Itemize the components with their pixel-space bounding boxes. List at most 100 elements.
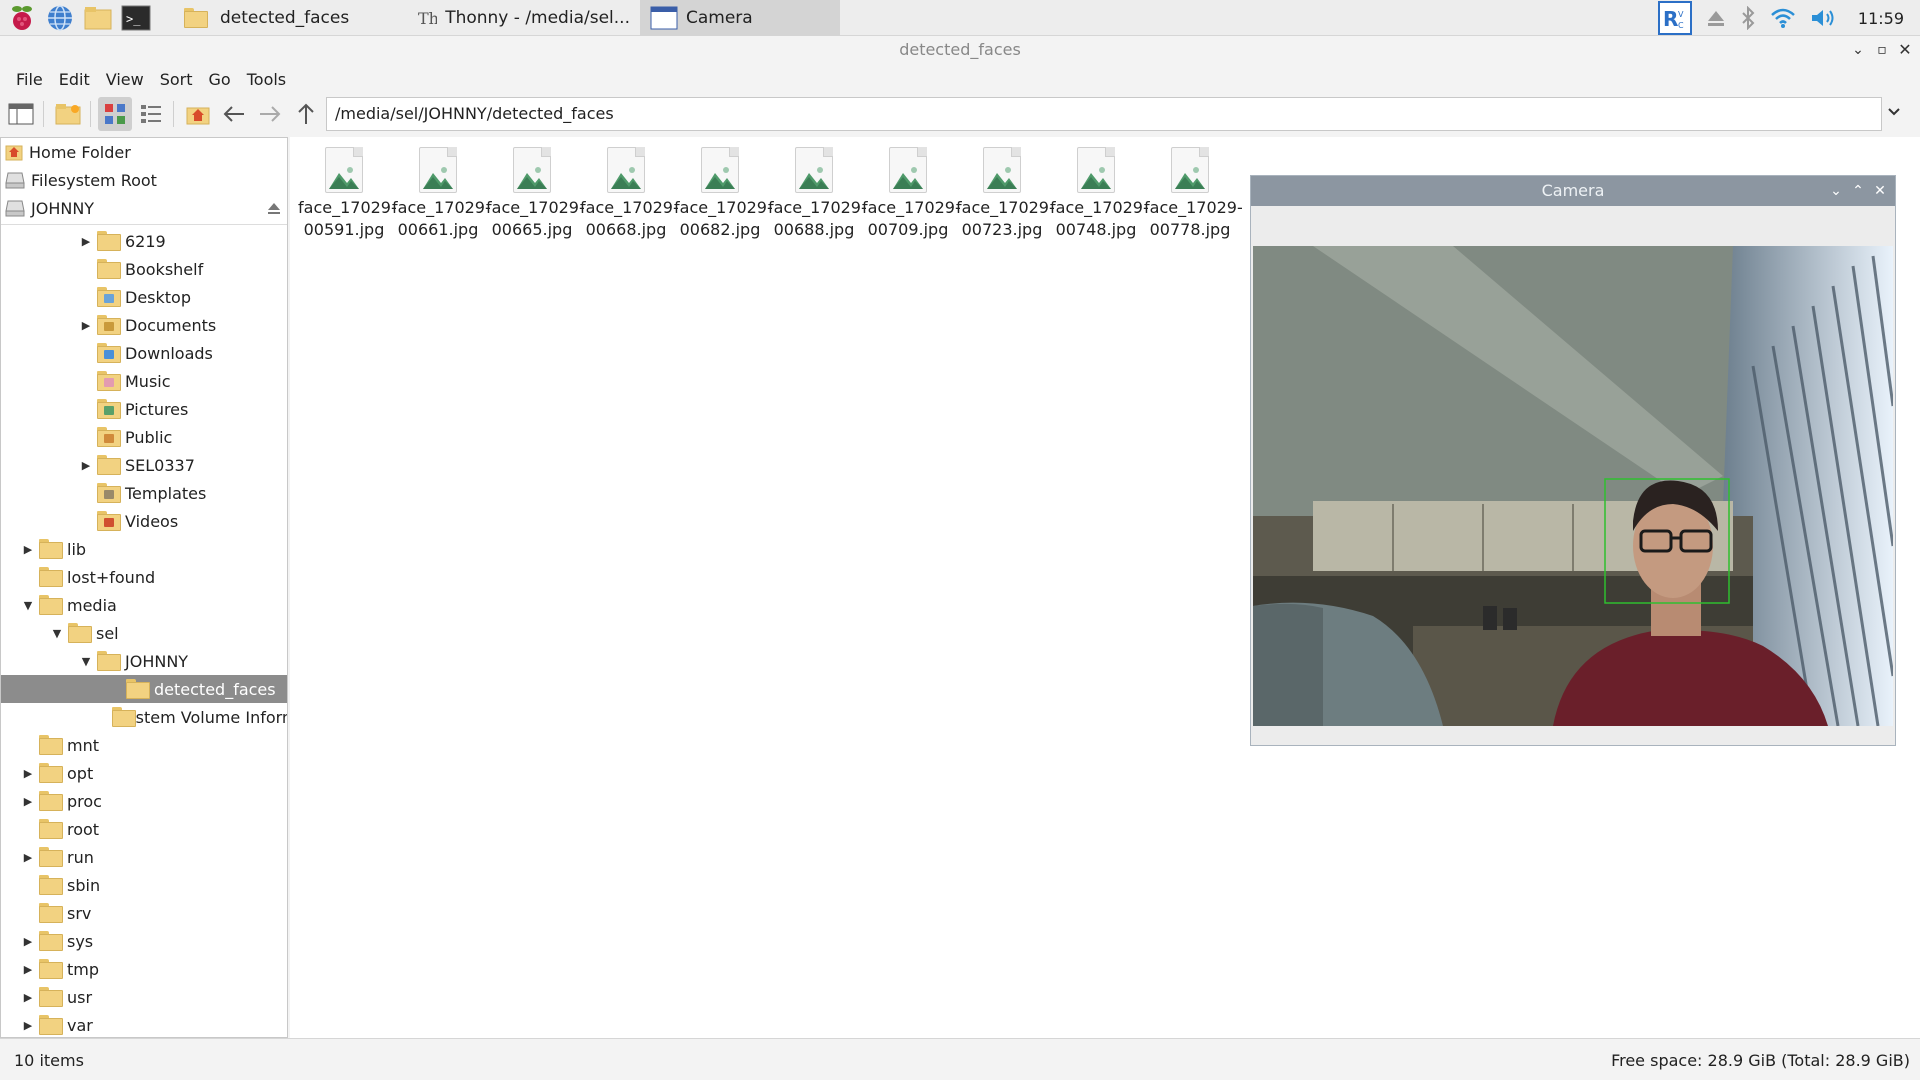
wifi-icon[interactable]: [1770, 7, 1796, 29]
camera-title-bar[interactable]: Camera ⌄ ⌃ ✕: [1251, 176, 1895, 206]
chevron-down-icon[interactable]: [1886, 104, 1902, 124]
eject-icon[interactable]: [1706, 8, 1726, 28]
tree-item[interactable]: ▼ JOHNNY: [1, 647, 287, 675]
folder-icon: [126, 679, 150, 699]
tree-item[interactable]: root: [1, 815, 287, 843]
folder-icon: [39, 959, 63, 979]
menu-go[interactable]: Go: [201, 70, 239, 89]
place-filesystem-root[interactable]: Filesystem Root: [1, 166, 287, 194]
back-arrow-icon[interactable]: [217, 97, 251, 131]
close-icon[interactable]: ✕: [1871, 176, 1889, 206]
web-browser-icon[interactable]: [44, 2, 76, 34]
maximize-icon[interactable]: ⌃: [1849, 176, 1867, 206]
expand-arrow-icon[interactable]: ▶: [21, 766, 35, 780]
new-window-icon[interactable]: [4, 97, 38, 131]
terminal-icon[interactable]: >_: [120, 2, 152, 34]
tree-item[interactable]: System Volume Information: [1, 703, 287, 731]
up-arrow-icon[interactable]: [289, 97, 323, 131]
expand-arrow-icon[interactable]: ▶: [21, 794, 35, 808]
tree-item[interactable]: ▼ sel: [1, 619, 287, 647]
tree-item-label: JOHNNY: [125, 651, 189, 671]
file-item[interactable]: face_17029- 00661.jpg: [392, 147, 491, 241]
expand-arrow-icon[interactable]: ▶: [21, 934, 35, 948]
home-icon[interactable]: [181, 97, 215, 131]
expand-arrow-icon[interactable]: ▶: [21, 1018, 35, 1032]
tree-item[interactable]: Music: [1, 367, 287, 395]
file-item[interactable]: face_17029- 00665.jpg: [486, 147, 585, 241]
eject-icon[interactable]: [267, 201, 281, 215]
tree-item[interactable]: ▶ var: [1, 1011, 287, 1037]
tree-item[interactable]: ▶ opt: [1, 759, 287, 787]
camera-window[interactable]: Camera ⌄ ⌃ ✕: [1250, 175, 1896, 746]
collapse-arrow-icon[interactable]: ▼: [21, 598, 35, 612]
collapse-arrow-icon[interactable]: ▼: [79, 654, 93, 668]
place-home[interactable]: Home Folder: [1, 138, 287, 166]
tree-item[interactable]: ▶ SEL0337: [1, 451, 287, 479]
tree-item[interactable]: Templates: [1, 479, 287, 507]
close-icon[interactable]: ✕: [1895, 36, 1915, 64]
file-item[interactable]: face_17029- 00723.jpg: [956, 147, 1055, 241]
tree-item[interactable]: ▶ Documents: [1, 311, 287, 339]
tree-item[interactable]: ▶ proc: [1, 787, 287, 815]
expand-arrow-icon[interactable]: ▶: [21, 542, 35, 556]
tree-item[interactable]: ▶ 6219: [1, 227, 287, 255]
tree-item-label: lost+found: [67, 567, 156, 587]
tree-item[interactable]: ▶ usr: [1, 983, 287, 1011]
raspberry-menu-icon[interactable]: [6, 2, 38, 34]
tree-item[interactable]: sbin: [1, 871, 287, 899]
tree-item-label: usr: [67, 987, 93, 1007]
menu-view[interactable]: View: [98, 70, 152, 89]
tree-item[interactable]: srv: [1, 899, 287, 927]
expand-arrow-icon[interactable]: ▶: [21, 990, 35, 1004]
minimize-icon[interactable]: ⌄: [1827, 176, 1845, 206]
file-item[interactable]: face_17029- 00688.jpg: [768, 147, 867, 241]
tree-item[interactable]: ▶ sys: [1, 927, 287, 955]
maximize-icon[interactable]: ▫: [1872, 36, 1892, 64]
forward-arrow-icon[interactable]: [253, 97, 287, 131]
menu-file[interactable]: File: [8, 70, 51, 89]
tree-item[interactable]: ▼ media: [1, 591, 287, 619]
tree-item[interactable]: ▶ lib: [1, 535, 287, 563]
file-item[interactable]: face_17029- 00709.jpg: [862, 147, 961, 241]
expand-arrow-icon[interactable]: ▶: [79, 318, 93, 332]
expand-arrow-icon[interactable]: ▶: [21, 962, 35, 976]
tree-item[interactable]: Pictures: [1, 395, 287, 423]
task-camera[interactable]: Camera: [639, 0, 840, 36]
tree-item[interactable]: detected_faces: [1, 675, 287, 703]
clock[interactable]: 11:59: [1858, 9, 1904, 28]
list-view-icon[interactable]: [134, 97, 168, 131]
collapse-arrow-icon[interactable]: ▼: [50, 626, 64, 640]
place-johnny[interactable]: JOHNNY: [1, 194, 287, 222]
menu-edit[interactable]: Edit: [51, 70, 98, 89]
tree-item[interactable]: Videos: [1, 507, 287, 535]
file-manager-icon[interactable]: [82, 2, 114, 34]
menu-sort[interactable]: Sort: [152, 70, 201, 89]
volume-icon[interactable]: [1810, 7, 1838, 29]
expand-arrow-icon[interactable]: ▶: [21, 850, 35, 864]
file-item[interactable]: face_17029- 00668.jpg: [580, 147, 679, 241]
expand-arrow-icon[interactable]: ▶: [79, 234, 93, 248]
tree-item[interactable]: lost+found: [1, 563, 287, 591]
vnc-icon[interactable]: R VC: [1657, 1, 1692, 35]
file-item[interactable]: face_17029- 00748.jpg: [1050, 147, 1149, 241]
icon-view-icon[interactable]: [98, 97, 132, 131]
expand-arrow-icon[interactable]: ▶: [79, 458, 93, 472]
tree-item[interactable]: Desktop: [1, 283, 287, 311]
tree-item[interactable]: Public: [1, 423, 287, 451]
path-bar[interactable]: /media/sel/JOHNNY/detected_faces: [326, 97, 1882, 131]
task-detected-faces[interactable]: detected_faces: [170, 0, 359, 36]
file-item[interactable]: face_17029- 00778.jpg: [1144, 147, 1243, 241]
tree-item[interactable]: Bookshelf: [1, 255, 287, 283]
folder-icon: [97, 399, 121, 419]
tree-item[interactable]: ▶ run: [1, 843, 287, 871]
file-item[interactable]: face_17029- 00591.jpg: [298, 147, 397, 241]
new-folder-icon[interactable]: [51, 97, 85, 131]
bluetooth-icon[interactable]: [1740, 6, 1756, 30]
tree-item[interactable]: mnt: [1, 731, 287, 759]
file-item[interactable]: face_17029- 00682.jpg: [674, 147, 773, 241]
tree-item[interactable]: ▶ tmp: [1, 955, 287, 983]
tree-item[interactable]: Downloads: [1, 339, 287, 367]
minimize-icon[interactable]: ⌄: [1848, 36, 1868, 64]
task-thonny[interactable]: Th Thonny - /media/sel...: [407, 0, 640, 36]
menu-tools[interactable]: Tools: [239, 70, 294, 89]
